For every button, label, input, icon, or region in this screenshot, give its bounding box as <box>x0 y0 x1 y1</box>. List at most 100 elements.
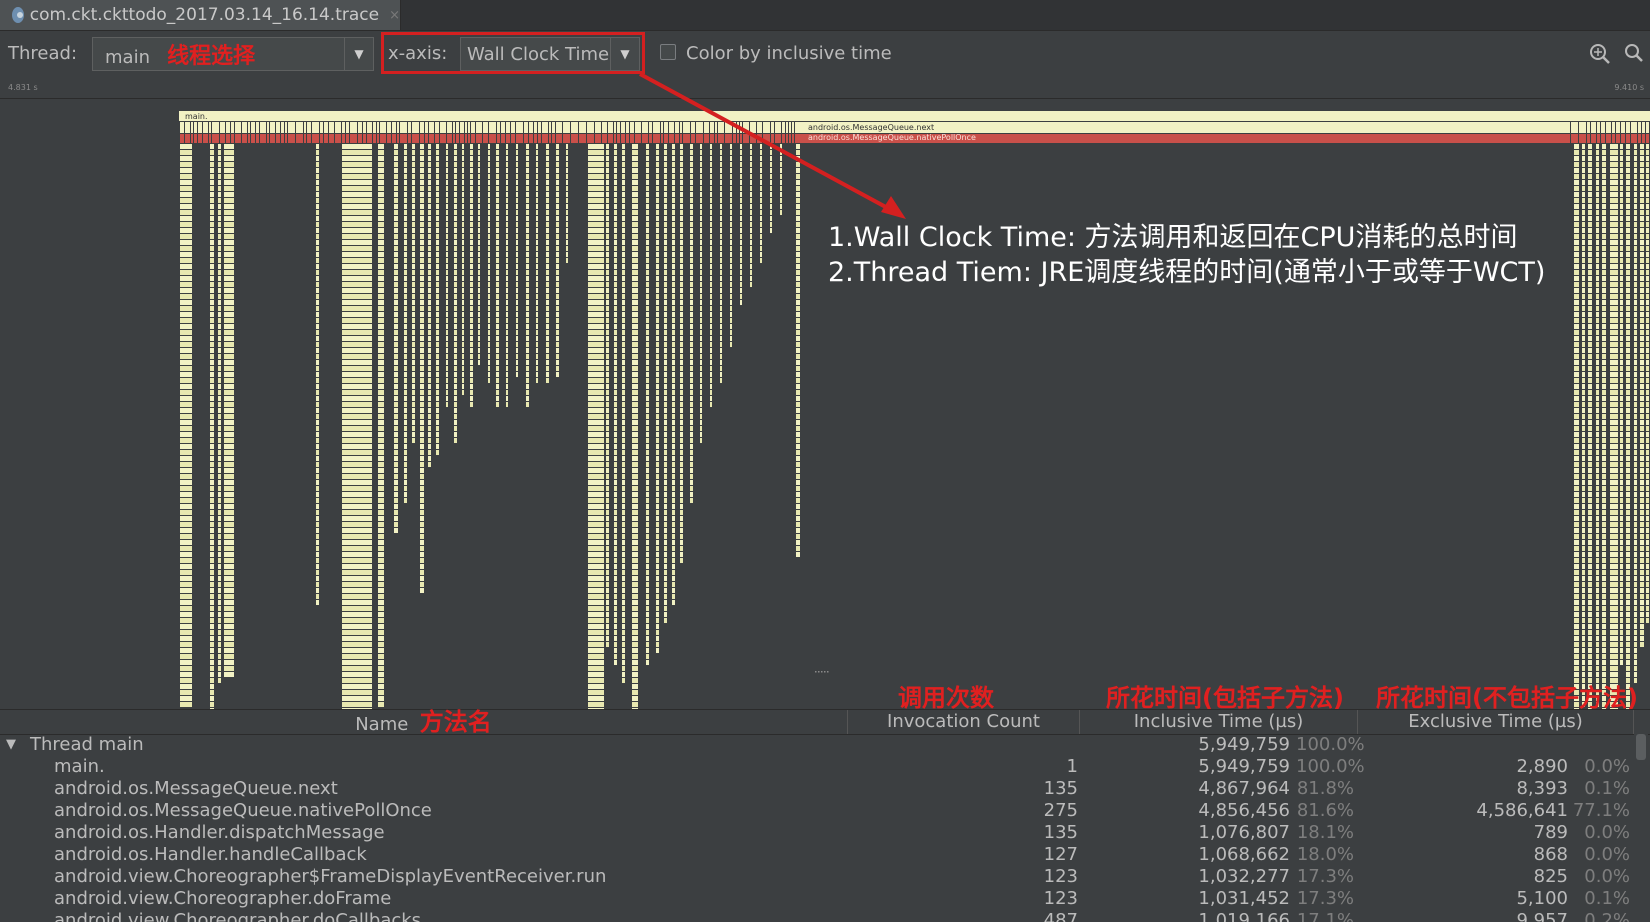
call-frame[interactable] <box>672 426 675 431</box>
call-frame[interactable] <box>446 264 448 269</box>
call-frame[interactable] <box>412 210 415 215</box>
call-frame[interactable] <box>1640 264 1644 269</box>
call-frame[interactable] <box>740 282 742 287</box>
call-frame[interactable] <box>664 288 667 293</box>
call-frame[interactable] <box>1596 504 1599 509</box>
call-frame[interactable] <box>588 492 604 497</box>
call-frame[interactable] <box>428 270 431 275</box>
call-frame[interactable] <box>526 168 529 173</box>
call-frame[interactable] <box>656 528 659 533</box>
call-frame[interactable] <box>1640 216 1644 221</box>
call-frame[interactable] <box>180 666 192 671</box>
call-frame[interactable] <box>210 678 214 683</box>
call-frame[interactable] <box>218 336 221 341</box>
call-frame[interactable] <box>1602 192 1606 197</box>
call-frame[interactable] <box>656 306 659 311</box>
call-frame[interactable] <box>462 360 464 365</box>
call-frame[interactable] <box>1646 378 1649 383</box>
call-frame[interactable] <box>1640 486 1644 491</box>
call-frame[interactable] <box>478 210 480 215</box>
call-frame[interactable] <box>180 594 192 599</box>
call-frame[interactable] <box>656 186 659 191</box>
call-frame[interactable] <box>420 354 424 359</box>
call-frame[interactable] <box>700 156 702 161</box>
call-frame[interactable] <box>1574 510 1579 515</box>
call-frame[interactable] <box>316 552 319 557</box>
call-frame[interactable] <box>180 336 192 341</box>
call-frame[interactable] <box>720 180 722 185</box>
call-frame[interactable] <box>614 546 617 551</box>
call-frame[interactable] <box>614 402 617 407</box>
call-frame[interactable] <box>412 408 415 413</box>
call-frame[interactable] <box>646 510 649 515</box>
call-frame[interactable] <box>446 150 448 155</box>
call-frame[interactable] <box>672 264 675 269</box>
call-frame[interactable] <box>700 246 702 251</box>
call-frame[interactable] <box>488 324 490 329</box>
call-frame[interactable] <box>526 342 529 347</box>
call-frame[interactable] <box>536 204 538 209</box>
call-frame[interactable] <box>1620 246 1623 251</box>
call-frame[interactable] <box>656 204 659 209</box>
call-frame[interactable] <box>446 222 448 227</box>
call-frame[interactable] <box>1634 222 1637 227</box>
call-frame[interactable] <box>1574 378 1579 383</box>
call-frame[interactable] <box>342 600 372 605</box>
call-frame[interactable] <box>218 510 221 515</box>
call-frame[interactable] <box>546 174 549 179</box>
call-frame[interactable] <box>516 270 518 275</box>
call-frame[interactable] <box>672 150 675 155</box>
frame-split[interactable] <box>533 122 534 143</box>
call-frame[interactable] <box>436 414 439 419</box>
call-frame[interactable] <box>316 432 319 437</box>
call-frame[interactable] <box>506 222 508 227</box>
call-frame[interactable] <box>1646 558 1649 563</box>
call-frame[interactable] <box>180 360 192 365</box>
call-frame[interactable] <box>622 438 625 443</box>
call-frame[interactable] <box>224 444 234 449</box>
call-frame[interactable] <box>420 438 424 443</box>
call-frame[interactable] <box>210 420 214 425</box>
call-frame[interactable] <box>218 180 221 185</box>
table-row[interactable]: android.view.Choreographer.doCallbacks 48… <box>0 910 1632 922</box>
call-frame[interactable] <box>526 300 529 305</box>
call-frame[interactable] <box>180 492 192 497</box>
call-frame[interactable] <box>224 294 234 299</box>
call-frame[interactable] <box>664 222 667 227</box>
call-frame[interactable] <box>614 222 617 227</box>
thread-select[interactable]: main 线程选择 ▼ <box>92 37 374 71</box>
call-frame[interactable] <box>690 180 693 185</box>
call-frame[interactable] <box>224 528 234 533</box>
call-frame[interactable] <box>680 282 683 287</box>
frame-split[interactable] <box>523 122 524 143</box>
call-frame[interactable] <box>526 198 529 203</box>
call-frame[interactable] <box>1634 180 1637 185</box>
call-frame[interactable] <box>218 606 221 611</box>
call-frame[interactable] <box>606 150 609 155</box>
call-frame[interactable] <box>646 282 649 287</box>
call-frame[interactable] <box>1602 168 1606 173</box>
call-frame[interactable] <box>1588 330 1592 335</box>
call-frame[interactable] <box>622 630 625 635</box>
call-frame[interactable] <box>1640 498 1644 503</box>
call-frame[interactable] <box>478 342 480 347</box>
call-frame[interactable] <box>614 528 617 533</box>
call-frame[interactable] <box>1582 444 1585 449</box>
call-frame[interactable] <box>420 276 424 281</box>
call-frame[interactable] <box>632 582 638 587</box>
call-frame[interactable] <box>1620 588 1623 593</box>
call-frame[interactable] <box>404 204 407 209</box>
call-frame[interactable] <box>664 396 667 401</box>
call-frame[interactable] <box>342 342 372 347</box>
frame-split[interactable] <box>749 122 750 143</box>
call-frame[interactable] <box>506 390 508 395</box>
call-frame[interactable] <box>516 354 518 359</box>
call-frame[interactable] <box>224 522 234 527</box>
call-frame[interactable] <box>632 444 638 449</box>
call-frame[interactable] <box>646 516 649 521</box>
call-frame[interactable] <box>632 192 638 197</box>
call-frame[interactable] <box>750 162 752 167</box>
call-frame[interactable] <box>378 492 384 497</box>
call-frame[interactable] <box>404 312 407 317</box>
call-frame[interactable] <box>436 384 439 389</box>
